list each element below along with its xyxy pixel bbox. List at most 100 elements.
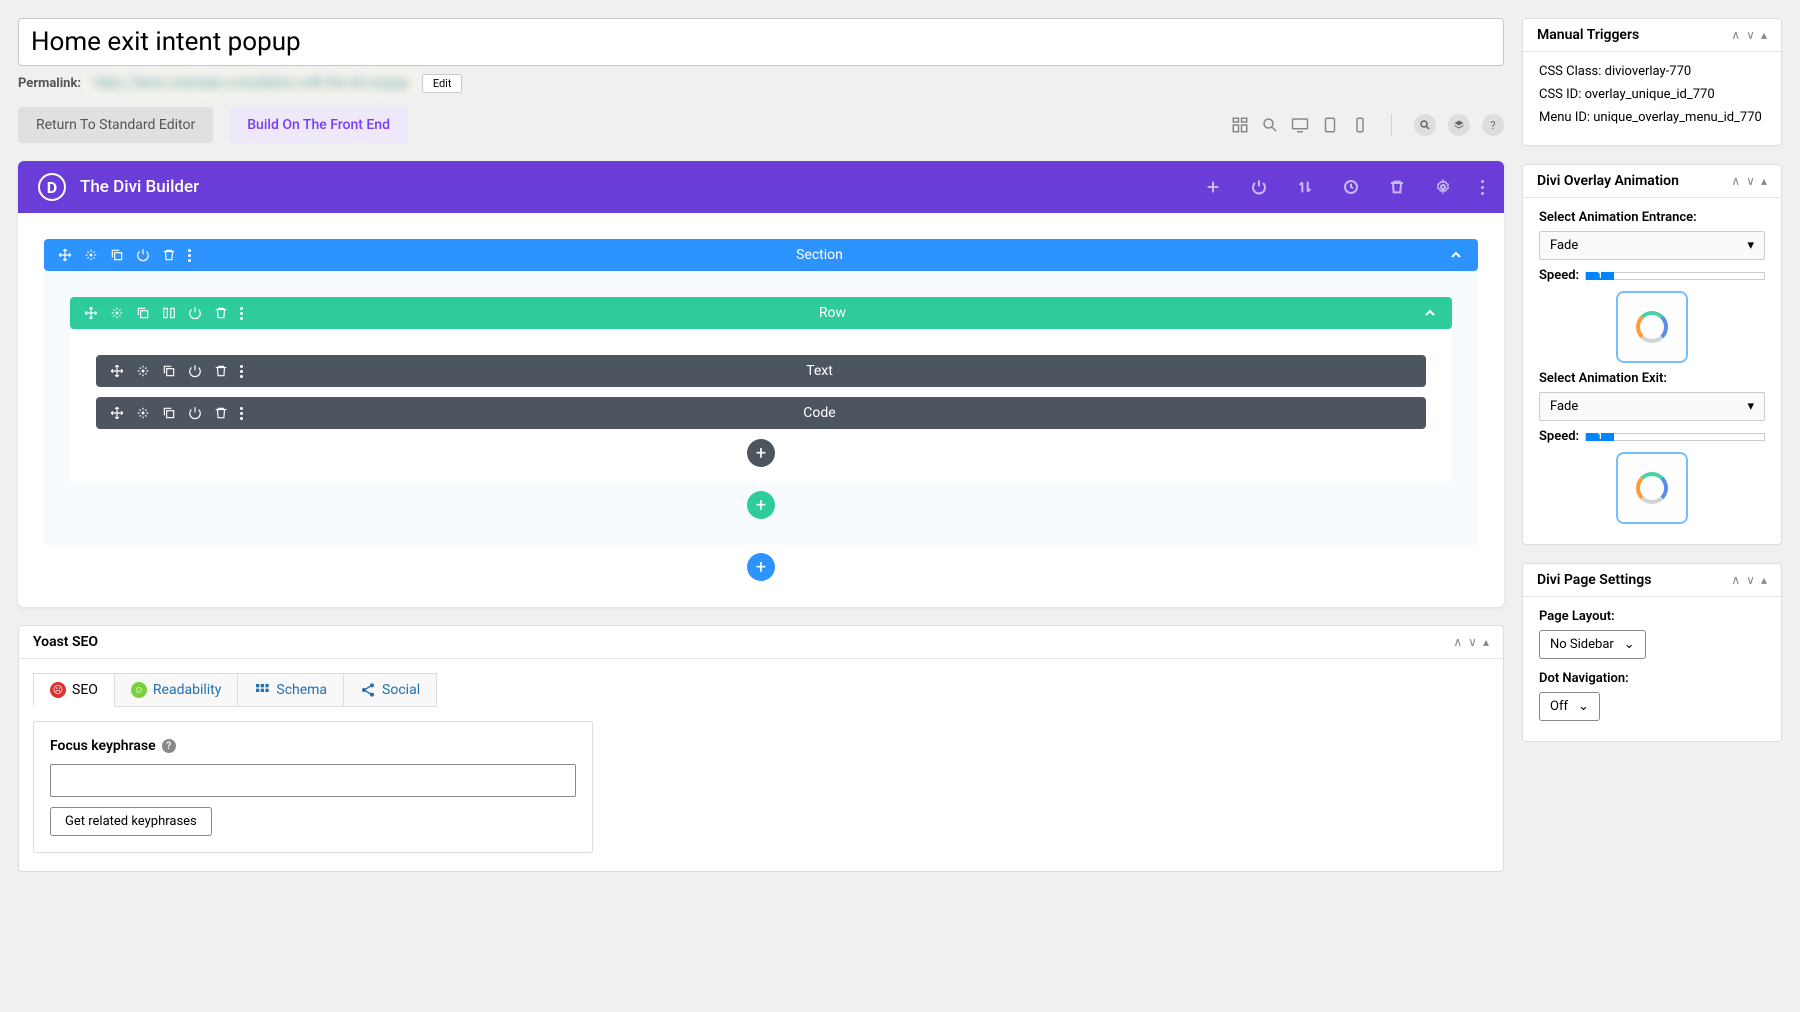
return-standard-editor-button[interactable]: Return To Standard Editor [18,107,213,143]
desktop-icon[interactable] [1291,116,1309,134]
exit-label: Select Animation Exit: [1539,371,1765,386]
panel-toggle-icon[interactable]: ▴ [1483,635,1489,649]
page-settings-title: Divi Page Settings [1537,572,1651,588]
zoom-icon[interactable] [1261,116,1279,134]
power-icon[interactable] [188,306,202,320]
chevron-up-icon[interactable] [1422,305,1438,321]
panel-down-icon[interactable]: ∨ [1746,28,1755,42]
permalink-label: Permalink: [18,76,81,91]
post-title-input[interactable] [18,18,1504,66]
add-icon[interactable] [1205,179,1221,195]
speed-label: Speed: [1539,429,1579,444]
help-icon[interactable]: ? [162,739,176,753]
panel-up-icon[interactable]: ∧ [1731,573,1740,587]
move-icon[interactable] [110,406,124,420]
happy-face-icon: ☺ [131,682,147,698]
gear-icon[interactable] [84,248,98,262]
yoast-seo-title: Yoast SEO [33,634,98,650]
power-icon[interactable] [1251,179,1267,195]
chevron-down-icon: ▾ [1747,238,1754,253]
permalink-url[interactable]: https://demo-example-consultation-with-t… [87,74,416,93]
css-id-text: CSS ID: overlay_unique_id_770 [1539,87,1765,102]
gear-icon[interactable] [110,306,124,320]
focus-keyphrase-input[interactable] [50,764,576,797]
css-class-text: CSS Class: divioverlay-770 [1539,64,1765,79]
code-module[interactable]: Code [96,397,1426,429]
power-icon[interactable] [188,406,202,420]
entrance-preview [1616,291,1688,363]
tab-social[interactable]: Social [343,673,437,707]
entrance-select[interactable]: Fade ▾ [1539,231,1765,260]
panel-toggle-icon[interactable]: ▴ [1761,174,1767,188]
duplicate-icon[interactable] [162,406,176,420]
panel-down-icon[interactable]: ∨ [1746,573,1755,587]
add-section-button[interactable]: + [747,553,775,581]
spinner-icon [1636,311,1668,343]
dotnav-label: Dot Navigation: [1539,671,1765,686]
panel-up-icon[interactable]: ∧ [1731,28,1740,42]
columns-icon[interactable] [162,306,176,320]
trash-icon[interactable] [214,306,228,320]
dotnav-select[interactable]: Off ⌄ [1539,692,1600,721]
page-layout-label: Page Layout: [1539,609,1765,624]
trash-icon[interactable] [1389,179,1405,195]
text-module[interactable]: Text [96,355,1426,387]
power-icon[interactable] [188,364,202,378]
row-label: Row [243,305,1422,321]
module-label: Text [243,363,1396,379]
manual-triggers-title: Manual Triggers [1537,27,1639,43]
get-keyphrases-button[interactable]: Get related keyphrases [50,807,212,836]
help-button[interactable]: ? [1482,114,1504,136]
edit-permalink-button[interactable]: Edit [422,74,463,93]
divi-builder-title: The Divi Builder [80,177,199,197]
tab-seo[interactable]: ☹ SEO [33,673,115,707]
swap-icon[interactable] [1297,179,1313,195]
layers-button[interactable] [1448,114,1470,136]
build-frontend-button[interactable]: Build On The Front End [229,107,408,143]
tab-readability[interactable]: ☺ Readability [114,673,238,707]
duplicate-icon[interactable] [136,306,150,320]
sad-face-icon: ☹ [50,682,66,698]
menu-id-text: Menu ID: unique_overlay_menu_id_770 [1539,110,1765,125]
section-header[interactable]: Section [44,239,1478,271]
panel-down-icon[interactable]: ∨ [1468,635,1477,649]
search-button[interactable] [1414,114,1436,136]
move-icon[interactable] [110,364,124,378]
chevron-down-icon: ⌄ [1578,699,1589,714]
gear-icon[interactable] [136,406,150,420]
panel-up-icon[interactable]: ∧ [1731,174,1740,188]
entrance-speed-slider[interactable]: 1 [1585,272,1765,280]
tablet-icon[interactable] [1321,116,1339,134]
gear-icon[interactable] [1435,179,1451,195]
exit-speed-slider[interactable]: 1 [1585,433,1765,441]
exit-select[interactable]: Fade ▾ [1539,392,1765,421]
exit-preview [1616,452,1688,524]
panel-toggle-icon[interactable]: ▴ [1761,28,1767,42]
duplicate-icon[interactable] [162,364,176,378]
history-icon[interactable] [1343,179,1359,195]
chevron-up-icon[interactable] [1448,247,1464,263]
move-icon[interactable] [84,306,98,320]
page-layout-select[interactable]: No Sidebar ⌄ [1539,630,1646,659]
power-icon[interactable] [136,248,150,262]
panel-down-icon[interactable]: ∨ [1746,174,1755,188]
move-icon[interactable] [58,248,72,262]
wireframe-view-icon[interactable] [1231,116,1249,134]
add-row-button[interactable]: + [747,491,775,519]
row-header[interactable]: Row [70,297,1452,329]
grid-icon [254,682,270,698]
tab-schema[interactable]: Schema [237,673,344,707]
entrance-label: Select Animation Entrance: [1539,210,1765,225]
trash-icon[interactable] [214,364,228,378]
panel-up-icon[interactable]: ∧ [1453,635,1462,649]
trash-icon[interactable] [162,248,176,262]
phone-icon[interactable] [1351,116,1369,134]
add-module-button[interactable]: + [747,439,775,467]
panel-toggle-icon[interactable]: ▴ [1761,573,1767,587]
more-icon[interactable] [1481,180,1484,195]
trash-icon[interactable] [214,406,228,420]
spinner-icon [1636,472,1668,504]
duplicate-icon[interactable] [110,248,124,262]
gear-icon[interactable] [136,364,150,378]
module-label: Code [243,405,1396,421]
